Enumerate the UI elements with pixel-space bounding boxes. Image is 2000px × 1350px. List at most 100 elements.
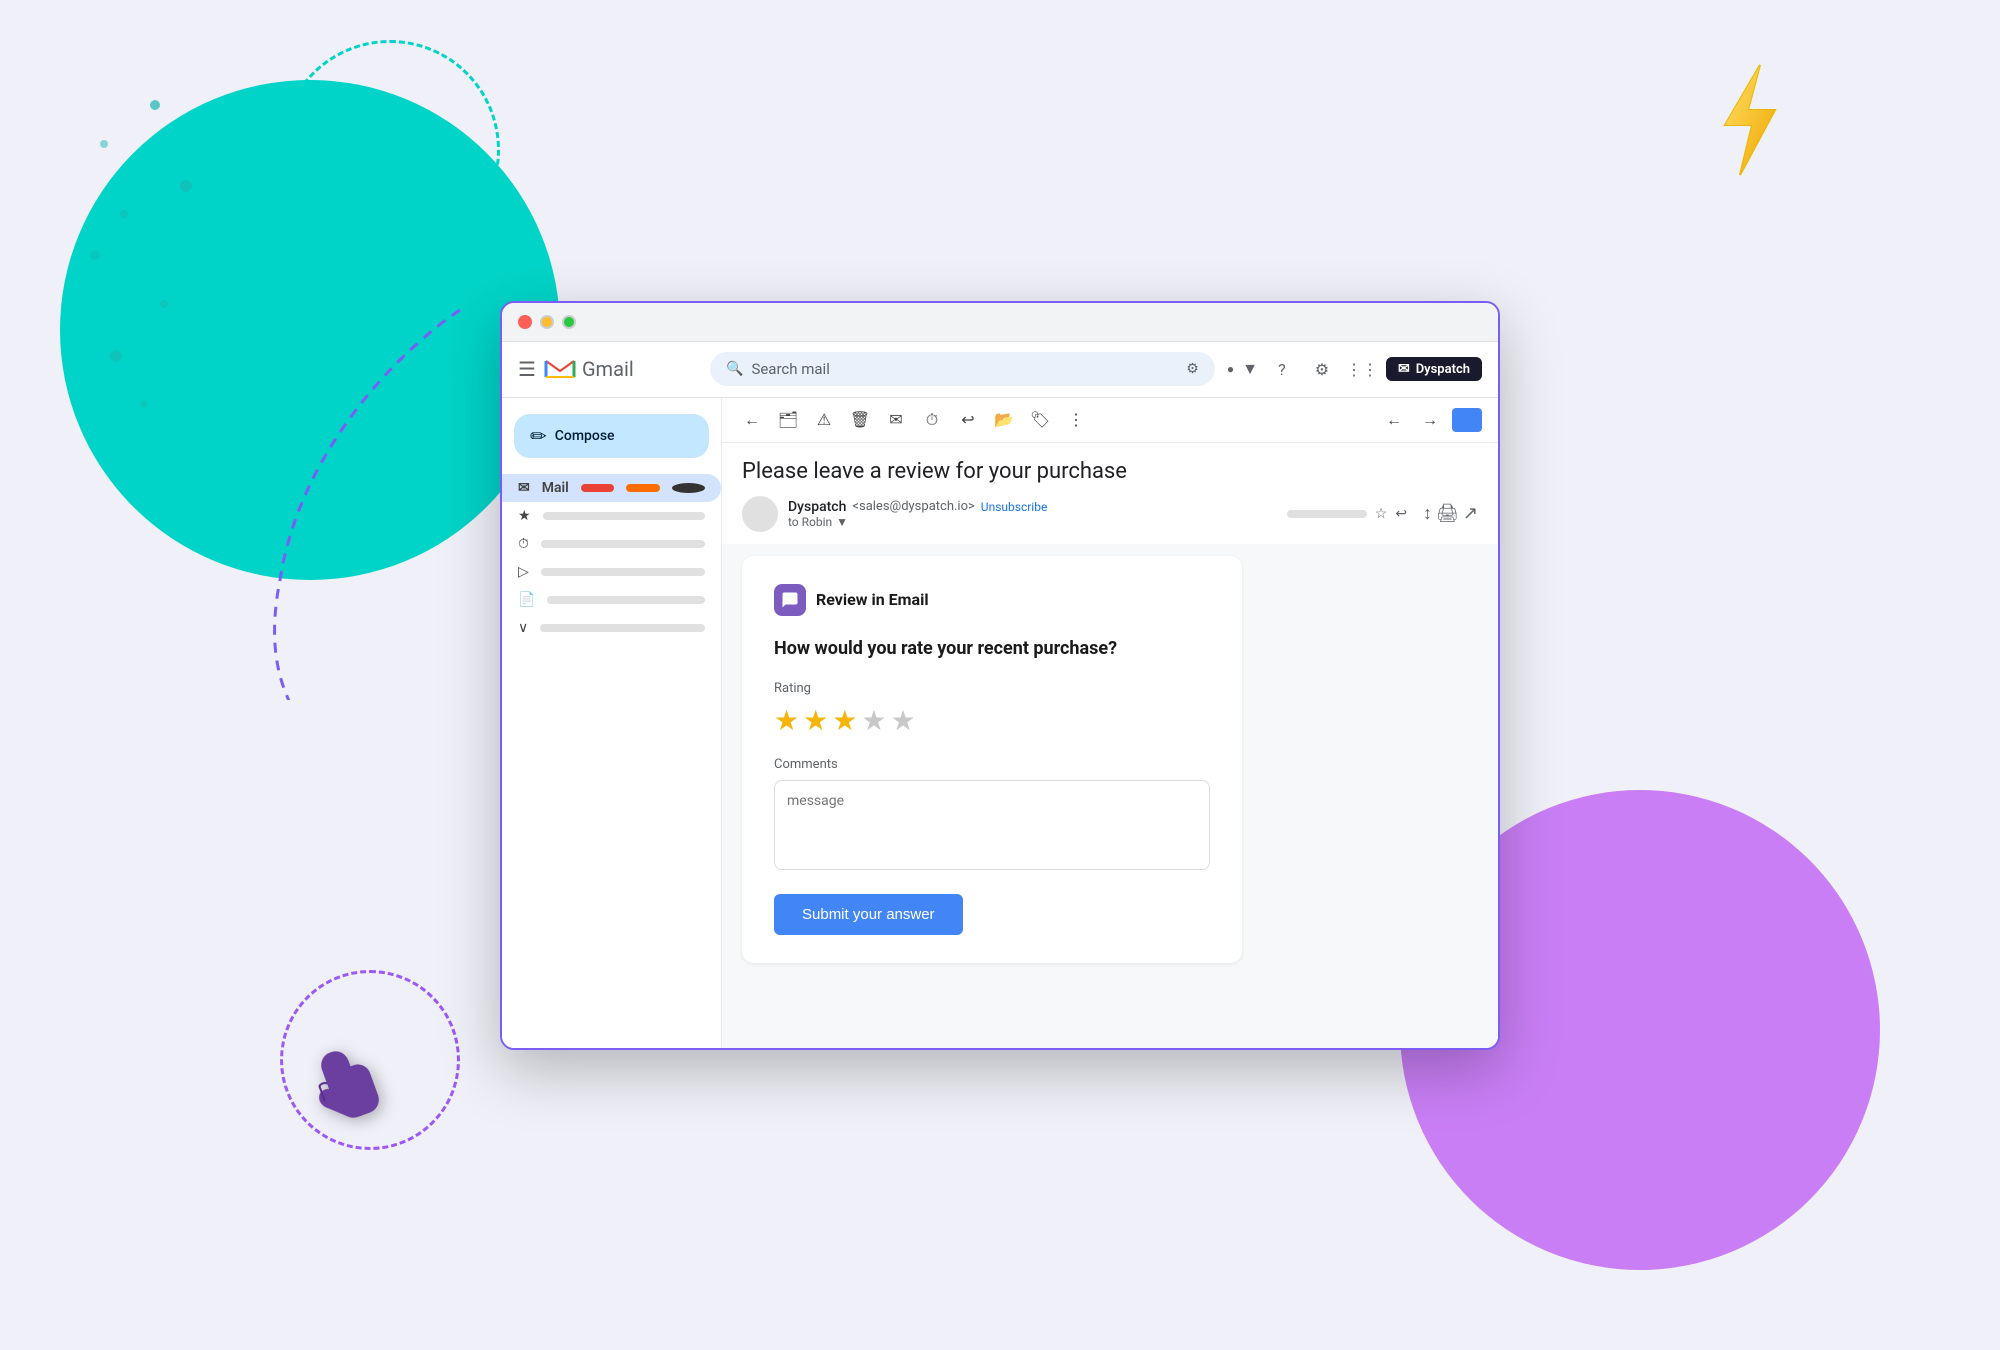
back-button[interactable]: ← <box>738 406 766 434</box>
gmail-wrapper: ☰ Gmail 🔍 Search mail ⚙ <box>502 342 1498 1048</box>
sidebar-item-starred[interactable]: ★ <box>502 502 721 530</box>
email-action-icons: ☆ ↩ ↕ 🖨 ↗ <box>1287 503 1478 524</box>
more-icon: ∨ <box>518 620 528 636</box>
dot-decoration <box>120 210 128 218</box>
dot-decoration <box>90 250 100 260</box>
dyspatch-badge: ✉ Dyspatch <box>1386 357 1482 381</box>
sidebar-item-drafts[interactable]: 📄 <box>502 586 721 614</box>
email-body: Review in Email How would you rate your … <box>722 544 1498 1048</box>
sidebar-label-5 <box>540 624 705 632</box>
mail-icon: ✉ <box>518 480 530 496</box>
gmail-content: ← 🗂 ⚠ 🗑 ✉ ⏱ ↩ 📂 🏷 ⋮ ← → Please leave <box>722 398 1498 1048</box>
rating-label: Rating <box>774 681 1210 696</box>
clock-icon: ⏱ <box>518 536 529 552</box>
submit-answer-button[interactable]: Submit your answer <box>774 894 963 935</box>
compose-label: Compose <box>555 428 615 444</box>
star-4[interactable]: ★ <box>861 704 886 737</box>
sidebar-label-2 <box>541 540 705 548</box>
label-icon[interactable]: 🏷 <box>1026 406 1054 434</box>
report-icon[interactable]: ⚠ <box>810 406 838 434</box>
gmail-header: ☰ Gmail 🔍 Search mail ⚙ <box>502 342 1498 398</box>
review-question: How would you rate your recent purchase? <box>774 636 1210 661</box>
print-icon[interactable]: 🖨 <box>1436 503 1459 524</box>
hamburger-icon[interactable]: ☰ <box>518 357 536 381</box>
sidebar-item-mail[interactable]: ✉ Mail <box>502 474 721 502</box>
reply-icon[interactable]: ↩ <box>1395 506 1407 522</box>
review-title: Review in Email <box>816 590 929 609</box>
help-icon[interactable]: ? <box>1266 353 1298 385</box>
sidebar-item-more[interactable]: ∨ <box>502 614 721 642</box>
comments-label: Comments <box>774 757 1210 772</box>
browser-window: ☰ Gmail 🔍 Search mail ⚙ <box>500 301 1500 1050</box>
sidebar-label-3 <box>541 568 705 576</box>
mail-label: Mail <box>542 480 569 496</box>
folder-icon[interactable]: 📂 <box>990 406 1018 434</box>
sidebar-item-snoozed[interactable]: ⏱ <box>502 530 721 558</box>
traffic-light-green[interactable] <box>562 315 576 329</box>
dot-decoration <box>110 350 122 362</box>
email-side-actions: ↕ 🖨 ↗ <box>1423 503 1478 524</box>
draft-icon: 📄 <box>518 592 535 608</box>
settings-icon[interactable]: ⚙ <box>1306 353 1338 385</box>
traffic-light-yellow[interactable] <box>540 315 554 329</box>
star-icon: ★ <box>518 508 531 524</box>
forward-archive-icon[interactable]: ↩ <box>954 406 982 434</box>
to-recipient: to Robin <box>788 515 832 529</box>
dot-decoration <box>160 300 168 308</box>
sidebar-item-sent[interactable]: ▷ <box>502 558 721 586</box>
dyspatch-logo: ✉ <box>1398 361 1410 377</box>
sender-name: Dyspatch <box>788 499 846 515</box>
compose-button[interactable]: ✏ Compose <box>514 414 709 458</box>
star-5[interactable]: ★ <box>890 704 915 737</box>
gmail-text: Gmail <box>582 357 634 381</box>
prev-email-icon[interactable]: ← <box>1380 406 1408 434</box>
sender-email-display: <sales@dyspatch.io> <box>852 499 974 514</box>
traffic-light-red[interactable] <box>518 315 532 329</box>
dropdown-icon[interactable]: ▼ <box>1242 359 1258 379</box>
teal-blob <box>60 80 560 580</box>
mail-badge-dark <box>672 483 705 493</box>
unsubscribe-link[interactable]: Unsubscribe <box>981 500 1048 514</box>
delete-icon[interactable]: 🗑 <box>846 406 874 434</box>
browser-chrome <box>502 303 1498 342</box>
next-email-icon[interactable]: → <box>1416 406 1444 434</box>
new-window-icon[interactable]: ↗ <box>1463 503 1478 524</box>
star-3[interactable]: ★ <box>832 704 857 737</box>
filter-sliders-icon[interactable]: ⚙ <box>1186 361 1199 377</box>
dot-decoration <box>100 140 108 148</box>
review-card-header: Review in Email <box>774 584 1210 616</box>
gmail-search-bar[interactable]: 🔍 Search mail ⚙ <box>710 352 1215 386</box>
mail-badge-red <box>581 484 614 492</box>
gmail-header-right-icons: ● ▼ ? ⚙ ⋮⋮ ✉ Dyspatch <box>1227 353 1482 385</box>
send-icon: ▷ <box>518 564 529 580</box>
star-rating[interactable]: ★ ★ ★ ★ ★ <box>774 704 1210 737</box>
comments-textarea[interactable] <box>774 780 1210 870</box>
sender-details: Dyspatch <sales@dyspatch.io> Unsubscribe… <box>788 499 1047 529</box>
bullet-icon: ● <box>1227 362 1234 376</box>
star-1[interactable]: ★ <box>774 704 799 737</box>
hand-cursor-decoration <box>284 1028 406 1162</box>
review-icon <box>774 584 806 616</box>
recipient-dropdown[interactable]: ▼ <box>836 515 848 529</box>
dashed-arrow-svg <box>200 300 500 700</box>
star-email-icon[interactable]: ☆ <box>1375 506 1388 522</box>
star-2[interactable]: ★ <box>803 704 828 737</box>
review-card: Review in Email How would you rate your … <box>742 556 1242 963</box>
clock-toolbar-icon[interactable]: ⏱ <box>918 406 946 434</box>
expand-icon[interactable]: ↕ <box>1423 503 1432 524</box>
nav-indicator <box>1452 408 1482 432</box>
email-sender-info: Dyspatch <sales@dyspatch.io> Unsubscribe… <box>722 492 1498 544</box>
teal-dotted-circle <box>280 40 500 260</box>
email-subject: Please leave a review for your purchase <box>722 443 1498 492</box>
mail-badge-orange <box>626 484 659 492</box>
archive-icon[interactable]: 🗂 <box>774 406 802 434</box>
apps-icon[interactable]: ⋮⋮ <box>1346 353 1378 385</box>
search-icon: 🔍 <box>726 361 743 377</box>
dot-decoration <box>140 400 148 408</box>
dot-decoration <box>180 180 192 192</box>
lightning-bolt-decoration <box>1700 60 1800 202</box>
email-icon[interactable]: ✉ <box>882 406 910 434</box>
compose-icon: ✏ <box>530 424 547 448</box>
dot-decoration <box>150 100 160 110</box>
more-toolbar-icon[interactable]: ⋮ <box>1062 406 1090 434</box>
